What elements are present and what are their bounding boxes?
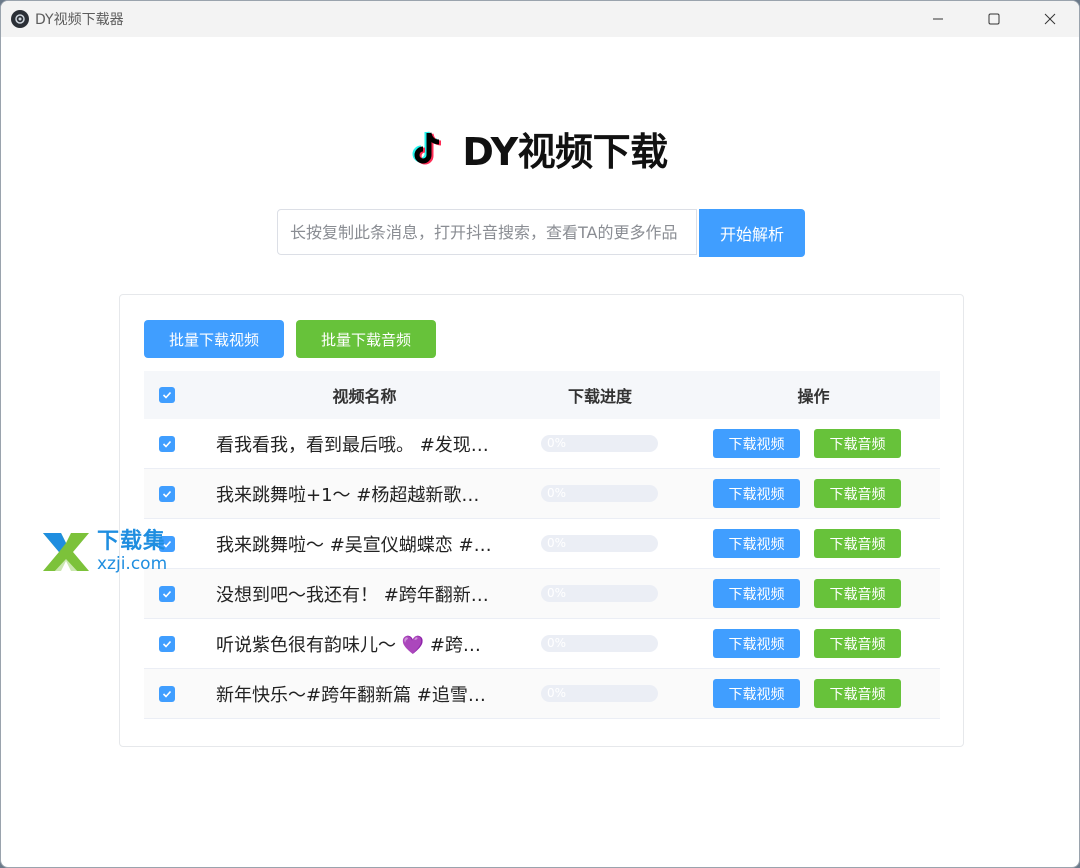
- share-link-input[interactable]: [277, 209, 697, 255]
- check-icon: [159, 387, 175, 403]
- batch-download-video-button[interactable]: 批量下载视频: [144, 320, 284, 358]
- column-header-actions: 操作: [797, 387, 830, 406]
- video-name: 我来跳舞啦～ #吴宣仪蝴蝶恋 #…: [216, 534, 492, 556]
- table-body: 看我看我，看到最后哦。 #发现… 0% 下载视频 下载音频 我来跳舞啦+1～ #…: [144, 419, 940, 719]
- video-name: 我来跳舞啦+1～ #杨超越新歌…: [216, 484, 480, 506]
- progress-bar: 0%: [541, 635, 658, 652]
- download-video-button[interactable]: 下载视频: [713, 479, 800, 508]
- column-header-progress: 下载进度: [567, 387, 632, 406]
- batch-download-audio-button[interactable]: 批量下载音频: [296, 320, 436, 358]
- row-checkbox[interactable]: [144, 685, 216, 702]
- download-audio-button[interactable]: 下载音频: [814, 679, 901, 708]
- progress-text: 0%: [547, 636, 567, 650]
- download-video-button[interactable]: 下载视频: [713, 429, 800, 458]
- row-checkbox[interactable]: [144, 435, 216, 452]
- download-video-button[interactable]: 下载视频: [713, 679, 800, 708]
- table-row: 我来跳舞啦+1～ #杨超越新歌… 0% 下载视频 下载音频: [144, 469, 940, 519]
- table-row: 看我看我，看到最后哦。 #发现… 0% 下载视频 下载音频: [144, 419, 940, 469]
- column-header-name: 视频名称: [332, 387, 397, 406]
- video-name: 看我看我，看到最后哦。 #发现…: [216, 434, 489, 456]
- window-title: DY视频下载器: [35, 12, 124, 28]
- progress-text: 0%: [547, 536, 567, 550]
- download-video-button[interactable]: 下载视频: [713, 529, 800, 558]
- download-video-button[interactable]: 下载视频: [713, 579, 800, 608]
- table-row: 没想到吧～我还有！ #跨年翻新… 0% 下载视频 下载音频: [144, 569, 940, 619]
- select-all-checkbox[interactable]: [144, 387, 216, 403]
- download-video-button[interactable]: 下载视频: [713, 629, 800, 658]
- download-audio-button[interactable]: 下载音频: [814, 429, 901, 458]
- check-icon: [159, 585, 175, 602]
- download-audio-button[interactable]: 下载音频: [814, 629, 901, 658]
- app-icon: [11, 10, 29, 28]
- row-checkbox[interactable]: [144, 585, 216, 602]
- table-row: 我来跳舞啦～ #吴宣仪蝴蝶恋 #… 0% 下载视频 下载音频: [144, 519, 940, 569]
- watermark: 下载集 xzji.com: [39, 529, 167, 575]
- progress-text: 0%: [547, 586, 567, 600]
- table-row: 新年快乐～#跨年翻新篇 #追雪… 0% 下载视频 下载音频: [144, 669, 940, 719]
- download-audio-button[interactable]: 下载音频: [814, 529, 901, 558]
- result-panel: 批量下载视频 批量下载音频 视频名称 下载进度 操作 看我看我，看到最后哦。 #…: [119, 294, 964, 747]
- video-name: 没想到吧～我还有！ #跨年翻新…: [216, 584, 489, 606]
- title-bar: DY视频下载器: [1, 1, 1079, 37]
- minimize-icon[interactable]: [909, 1, 967, 37]
- progress-bar: 0%: [541, 485, 658, 502]
- start-parse-button[interactable]: 开始解析: [699, 209, 805, 257]
- progress-text: 0%: [547, 436, 567, 450]
- progress-bar: 0%: [541, 535, 658, 552]
- close-icon[interactable]: [1021, 1, 1079, 37]
- tiktok-logo-icon: [412, 130, 442, 164]
- progress-text: 0%: [547, 486, 567, 500]
- check-icon: [159, 685, 175, 702]
- watermark-url: xzji.com: [97, 554, 168, 574]
- table-row: 听说紫色很有韵味儿～ 💜 #跨… 0% 下载视频 下载音频: [144, 619, 940, 669]
- maximize-icon[interactable]: [965, 1, 1023, 37]
- video-name: 新年快乐～#跨年翻新篇 #追雪…: [216, 684, 486, 706]
- check-icon: [159, 435, 175, 452]
- page-header: DY视频下载: [1, 121, 1079, 176]
- download-audio-button[interactable]: 下载音频: [814, 579, 901, 608]
- watermark-logo-icon: [43, 533, 89, 573]
- page-title: DY视频下载: [462, 130, 668, 174]
- check-icon: [159, 635, 175, 652]
- app-window: DY视频下载器 DY视频下载 开始解析 批量下载视频 批量下载音频: [0, 0, 1080, 868]
- table-header: 视频名称 下载进度 操作: [144, 371, 940, 419]
- row-checkbox[interactable]: [144, 635, 216, 652]
- row-checkbox[interactable]: [144, 485, 216, 502]
- progress-bar: 0%: [541, 585, 658, 602]
- video-table: 视频名称 下载进度 操作 看我看我，看到最后哦。 #发现… 0% 下载视频 下载…: [144, 371, 940, 719]
- watermark-title: 下载集: [97, 529, 167, 554]
- check-icon: [159, 485, 175, 502]
- progress-bar: 0%: [541, 435, 658, 452]
- video-name: 听说紫色很有韵味儿～ 💜 #跨…: [216, 634, 481, 656]
- progress-bar: 0%: [541, 685, 658, 702]
- download-audio-button[interactable]: 下载音频: [814, 479, 901, 508]
- progress-text: 0%: [547, 686, 567, 700]
